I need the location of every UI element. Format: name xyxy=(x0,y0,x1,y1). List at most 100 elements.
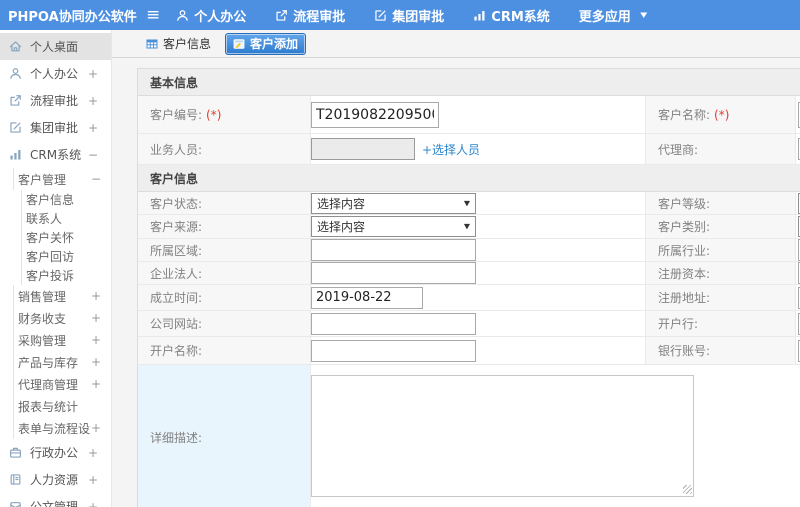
topmenu-item[interactable]: 流程审批 xyxy=(275,6,345,25)
doc-icon xyxy=(9,500,23,507)
text-input[interactable] xyxy=(311,339,476,362)
topmenu-item[interactable]: 个人办公 xyxy=(176,6,246,25)
user-icon xyxy=(176,9,189,22)
sidebar-item[interactable]: 人力资源 + xyxy=(0,466,111,493)
expand-plus-icon[interactable]: + xyxy=(91,311,101,325)
field-input-cell: 选择内容▼ xyxy=(796,192,800,214)
expand-plus-icon[interactable]: + xyxy=(91,333,101,347)
sidebar-item[interactable]: 报表与统计 xyxy=(13,395,111,417)
field-label: 公司网站: xyxy=(150,317,203,331)
field-label: 所属区域: xyxy=(150,243,203,258)
field-label-cell: 注册地址: xyxy=(646,285,796,310)
addpage-icon xyxy=(233,38,246,50)
field-input-cell xyxy=(311,311,646,336)
field-input-cell xyxy=(311,239,646,261)
expand-plus-icon[interactable]: + xyxy=(88,121,98,135)
field-input-cell xyxy=(311,285,646,310)
field-input-cell: 选择内容▼ xyxy=(796,215,800,238)
field-label: 所属行业: xyxy=(658,243,711,258)
tab-item[interactable]: 客户信息 xyxy=(139,33,218,55)
field-input-cell xyxy=(311,365,800,507)
sidebar-item[interactable]: 表单与流程设置+ xyxy=(13,417,111,439)
topmenu-item[interactable]: 更多应用 ▼ xyxy=(579,6,648,25)
sidebar-item[interactable]: 个人桌面 xyxy=(0,33,111,60)
sidebar-item-label: 客户管理 xyxy=(18,172,67,187)
collapse-minus-icon[interactable]: − xyxy=(88,148,98,162)
form-row: 成立时间: 注册地址: xyxy=(138,285,800,311)
expand-plus-icon[interactable]: + xyxy=(88,446,98,460)
sidebar-item-label: CRM系统 xyxy=(30,148,82,162)
hamburger-icon[interactable]: ≡ xyxy=(146,6,160,24)
sidebar-item[interactable]: 个人办公 + xyxy=(0,60,111,87)
sidebar-item[interactable]: 客户回访 xyxy=(21,247,111,266)
expand-plus-icon[interactable]: + xyxy=(91,289,101,303)
sidebar-item[interactable]: 客户管理 − xyxy=(13,168,111,190)
flow-icon xyxy=(275,9,288,22)
select-person-link[interactable]: +选择人员 xyxy=(422,141,480,158)
expand-plus-icon[interactable]: + xyxy=(88,473,98,487)
field-label: 客户等级: xyxy=(658,196,711,211)
expand-plus-icon[interactable]: + xyxy=(88,67,98,81)
field-label-cell: 成立时间: xyxy=(138,285,311,310)
topmenu-item-label: 集团审批 xyxy=(392,9,445,25)
expand-plus-icon[interactable]: + xyxy=(91,421,101,435)
description-textarea[interactable] xyxy=(311,375,694,497)
sidebar-item[interactable]: 行政办公 + xyxy=(0,439,111,466)
text-input[interactable] xyxy=(311,138,415,160)
topmenu-item-label: 个人办公 xyxy=(194,9,247,25)
field-input-cell xyxy=(796,96,800,133)
sidebar-item-label: 个人桌面 xyxy=(30,40,79,54)
expand-plus-icon[interactable]: + xyxy=(88,94,98,108)
select-field[interactable]: 选择内容 ▼ xyxy=(311,192,476,214)
chart-icon xyxy=(9,148,23,161)
sidebar-item[interactable]: 客户投诉 xyxy=(21,266,111,285)
field-label-cell: 所属行业: xyxy=(646,239,796,261)
text-input[interactable] xyxy=(311,239,476,261)
sidebar-item-label: 采购管理 xyxy=(18,333,67,348)
text-input[interactable] xyxy=(311,101,439,128)
sidebar-item-label: 表单与流程设置 xyxy=(18,421,91,436)
form-row: 客户编号:(*)客户名称:(*) xyxy=(138,96,800,134)
form-row: 开户名称: 银行账号: xyxy=(138,337,800,365)
collapse-minus-icon[interactable]: − xyxy=(91,172,101,186)
sidebar-item-label: 销售管理 xyxy=(18,289,67,304)
field-label-cell: 企业法人: xyxy=(138,262,311,284)
tab-active[interactable]: 客户添加 xyxy=(225,32,307,55)
sidebar-item[interactable]: 客户关怀 xyxy=(21,228,111,247)
chevron-down-icon: ▼ xyxy=(640,11,648,19)
sidebar-item[interactable]: 集团审批 + xyxy=(0,114,111,141)
sidebar-item[interactable]: 客户信息 xyxy=(21,190,111,209)
sidebar-item-label: 客户关怀 xyxy=(26,231,75,245)
sidebar-item[interactable]: 产品与库存 + xyxy=(13,351,111,373)
topmenu-item[interactable]: CRM系统 xyxy=(473,6,550,25)
field-label-cell: 业务人员: xyxy=(138,134,311,164)
topmenu-item-label: CRM系统 xyxy=(491,9,550,25)
sidebar-item[interactable]: 公文管理 + xyxy=(0,493,111,507)
field-label-cell: 代理商: xyxy=(646,134,796,164)
sidebar-item[interactable]: CRM系统 − xyxy=(0,141,111,168)
field-label-cell: 开户行: xyxy=(646,311,796,336)
field-input-cell xyxy=(796,134,800,164)
text-input[interactable] xyxy=(311,312,476,335)
sidebar-item[interactable]: 财务收支 + xyxy=(13,307,111,329)
field-label-cell: 公司网站: xyxy=(138,311,311,336)
sidebar-item[interactable]: 联系人 xyxy=(21,209,111,228)
text-input[interactable] xyxy=(311,262,476,284)
sidebar-item[interactable]: 销售管理 + xyxy=(13,285,111,307)
expand-plus-icon[interactable]: + xyxy=(91,377,101,391)
sidebar-item[interactable]: 流程审批 + xyxy=(0,87,111,114)
select-field[interactable]: 选择内容 ▼ xyxy=(311,216,476,237)
form-row: 企业法人: 注册资本: xyxy=(138,262,800,285)
field-input-cell: 选择内容▼ xyxy=(311,192,646,214)
expand-plus-icon[interactable]: + xyxy=(88,500,98,507)
field-label: 客户名称: xyxy=(658,108,711,122)
expand-plus-icon[interactable]: + xyxy=(91,355,101,369)
field-label-cell: 客户来源: xyxy=(138,215,311,238)
sidebar-item-label: 人力资源 xyxy=(30,473,79,487)
field-label: 代理商: xyxy=(658,142,699,157)
sidebar-item[interactable]: 采购管理 + xyxy=(13,329,111,351)
text-input[interactable] xyxy=(311,286,423,309)
sidebar-item[interactable]: 代理商管理 + xyxy=(13,373,111,395)
table-icon xyxy=(146,38,159,50)
topmenu-item[interactable]: 集团审批 xyxy=(374,6,444,25)
